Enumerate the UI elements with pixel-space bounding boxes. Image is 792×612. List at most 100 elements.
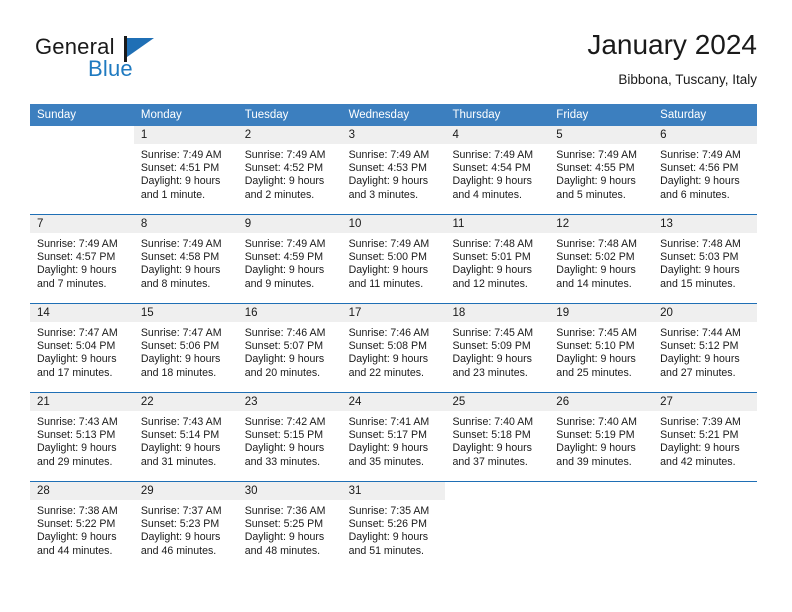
day-cell[interactable]: 7 Sunrise: 7:49 AM Sunset: 4:57 PM Dayli… <box>30 215 134 303</box>
day-cell[interactable] <box>30 126 134 214</box>
day-cell[interactable]: 1 Sunrise: 7:49 AM Sunset: 4:51 PM Dayli… <box>133 126 238 214</box>
day-details: Sunrise: 7:43 AM Sunset: 5:14 PM Dayligh… <box>134 411 238 469</box>
sunrise-text: Sunrise: 7:40 AM <box>452 416 534 428</box>
day-cell[interactable]: 6 Sunrise: 7:49 AM Sunset: 4:56 PM Dayli… <box>653 126 758 214</box>
day-details <box>653 500 757 505</box>
daylight-text-line2: and 15 minutes. <box>660 277 736 290</box>
day-cell[interactable]: 12 Sunrise: 7:48 AM Sunset: 5:02 PM Dayl… <box>549 215 654 303</box>
day-cell[interactable]: 24 Sunrise: 7:41 AM Sunset: 5:17 PM Dayl… <box>341 393 446 481</box>
daylight-text-line1: Daylight: 9 hours <box>452 264 532 277</box>
day-cell[interactable]: 15 Sunrise: 7:47 AM Sunset: 5:06 PM Dayl… <box>133 304 238 392</box>
page-title: January 2024 <box>587 29 757 60</box>
sunrise-text: Sunrise: 7:47 AM <box>140 327 222 339</box>
day-details: Sunrise: 7:35 AM Sunset: 5:26 PM Dayligh… <box>342 500 446 558</box>
daylight-text-line1: Daylight: 9 hours <box>452 442 532 455</box>
daylight-text-line1: Daylight: 9 hours <box>244 442 325 455</box>
day-number: 30 <box>237 482 342 500</box>
daylight-text-line1: Daylight: 9 hours <box>556 442 636 455</box>
sunset-text: Sunset: 4:54 PM <box>452 162 531 175</box>
sunset-text: Sunset: 5:19 PM <box>556 429 635 442</box>
daylight-text-line2: and 1 minute. <box>140 188 206 201</box>
day-cell[interactable]: 25 Sunrise: 7:40 AM Sunset: 5:18 PM Dayl… <box>445 393 550 481</box>
sunset-text: Sunset: 4:53 PM <box>348 162 427 175</box>
weekday-header-tuesday: Tuesday <box>244 109 289 121</box>
day-details: Sunrise: 7:49 AM Sunset: 4:55 PM Dayligh… <box>549 144 653 202</box>
daylight-text-line1: Daylight: 9 hours <box>140 264 221 277</box>
daylight-text-line2: and 9 minutes. <box>244 277 315 290</box>
sunset-text: Sunset: 5:02 PM <box>556 251 635 264</box>
sunrise-text: Sunrise: 7:49 AM <box>140 149 222 161</box>
day-cell[interactable] <box>653 482 758 570</box>
day-cell[interactable]: 9 Sunrise: 7:49 AM Sunset: 4:59 PM Dayli… <box>237 215 342 303</box>
sunrise-text: Sunrise: 7:41 AM <box>348 416 430 428</box>
daylight-text-line2: and 8 minutes. <box>140 277 211 290</box>
day-cell[interactable]: 8 Sunrise: 7:49 AM Sunset: 4:58 PM Dayli… <box>133 215 238 303</box>
sunset-text: Sunset: 5:06 PM <box>140 340 220 353</box>
day-cell[interactable]: 29 Sunrise: 7:37 AM Sunset: 5:23 PM Dayl… <box>133 482 238 570</box>
day-cell[interactable]: 27 Sunrise: 7:39 AM Sunset: 5:21 PM Dayl… <box>653 393 758 481</box>
sunset-text: Sunset: 5:15 PM <box>244 429 324 442</box>
day-cell[interactable]: 30 Sunrise: 7:36 AM Sunset: 5:25 PM Dayl… <box>237 482 342 570</box>
day-details: Sunrise: 7:45 AM Sunset: 5:10 PM Dayligh… <box>549 322 653 380</box>
daylight-text-line2: and 20 minutes. <box>244 366 321 379</box>
day-details: Sunrise: 7:40 AM Sunset: 5:18 PM Dayligh… <box>445 411 549 469</box>
daylight-text-line2: and 25 minutes. <box>556 366 632 379</box>
sunrise-text: Sunrise: 7:48 AM <box>660 238 741 250</box>
weekday-header-sunday: Sunday <box>37 109 77 121</box>
sunset-text: Sunset: 5:00 PM <box>348 251 427 264</box>
day-cell[interactable]: 2 Sunrise: 7:49 AM Sunset: 4:52 PM Dayli… <box>237 126 342 214</box>
day-cell[interactable]: 26 Sunrise: 7:40 AM Sunset: 5:19 PM Dayl… <box>549 393 654 481</box>
day-cell[interactable]: 10 Sunrise: 7:49 AM Sunset: 5:00 PM Dayl… <box>341 215 446 303</box>
day-cell[interactable]: 18 Sunrise: 7:45 AM Sunset: 5:09 PM Dayl… <box>445 304 550 392</box>
day-details <box>445 500 549 505</box>
day-cell[interactable]: 16 Sunrise: 7:46 AM Sunset: 5:07 PM Dayl… <box>237 304 342 392</box>
day-cell[interactable]: 22 Sunrise: 7:43 AM Sunset: 5:14 PM Dayl… <box>133 393 238 481</box>
day-number: 31 <box>341 482 446 500</box>
sunrise-text: Sunrise: 7:49 AM <box>37 238 118 250</box>
sunset-text: Sunset: 5:08 PM <box>348 340 427 353</box>
day-number: 20 <box>653 304 758 322</box>
sunset-text: Sunset: 5:18 PM <box>452 429 531 442</box>
sunset-text: Sunset: 5:10 PM <box>556 340 635 353</box>
day-details: Sunrise: 7:41 AM Sunset: 5:17 PM Dayligh… <box>342 411 446 469</box>
day-cell[interactable]: 23 Sunrise: 7:42 AM Sunset: 5:15 PM Dayl… <box>237 393 342 481</box>
day-details: Sunrise: 7:49 AM Sunset: 4:54 PM Dayligh… <box>445 144 549 202</box>
day-cell[interactable] <box>549 482 654 570</box>
daylight-text-line1: Daylight: 9 hours <box>244 353 325 366</box>
day-number: 9 <box>237 215 342 233</box>
day-number: 13 <box>653 215 758 233</box>
sunset-text: Sunset: 5:04 PM <box>37 340 116 353</box>
day-cell[interactable]: 28 Sunrise: 7:38 AM Sunset: 5:22 PM Dayl… <box>30 482 134 570</box>
day-details: Sunrise: 7:47 AM Sunset: 5:06 PM Dayligh… <box>134 322 238 380</box>
day-cell[interactable]: 5 Sunrise: 7:49 AM Sunset: 4:55 PM Dayli… <box>549 126 654 214</box>
day-cell[interactable]: 17 Sunrise: 7:46 AM Sunset: 5:08 PM Dayl… <box>341 304 446 392</box>
day-cell[interactable] <box>445 482 550 570</box>
day-number: 22 <box>133 393 238 411</box>
sunset-text: Sunset: 5:26 PM <box>348 518 427 531</box>
day-cell[interactable]: 3 Sunrise: 7:49 AM Sunset: 4:53 PM Dayli… <box>341 126 446 214</box>
day-details: Sunrise: 7:39 AM Sunset: 5:21 PM Dayligh… <box>653 411 757 469</box>
daylight-text-line1: Daylight: 9 hours <box>660 175 740 188</box>
daylight-text-line2: and 33 minutes. <box>244 455 321 468</box>
day-number: 2 <box>237 126 342 144</box>
daylight-text-line2: and 44 minutes. <box>37 544 113 557</box>
day-cell[interactable]: 21 Sunrise: 7:43 AM Sunset: 5:13 PM Dayl… <box>30 393 134 481</box>
day-cell[interactable]: 14 Sunrise: 7:47 AM Sunset: 5:04 PM Dayl… <box>30 304 134 392</box>
sunset-text: Sunset: 4:59 PM <box>244 251 324 264</box>
day-cell[interactable]: 11 Sunrise: 7:48 AM Sunset: 5:01 PM Dayl… <box>445 215 550 303</box>
calendar-page: General Blue January 2024 Bibbona, Tusca… <box>0 0 792 612</box>
day-number: 4 <box>445 126 550 144</box>
day-details <box>549 500 653 505</box>
sunrise-text: Sunrise: 7:49 AM <box>556 149 637 161</box>
day-cell[interactable]: 13 Sunrise: 7:48 AM Sunset: 5:03 PM Dayl… <box>653 215 758 303</box>
sunset-text: Sunset: 5:21 PM <box>660 429 739 442</box>
day-cell[interactable]: 19 Sunrise: 7:45 AM Sunset: 5:10 PM Dayl… <box>549 304 654 392</box>
daylight-text-line1: Daylight: 9 hours <box>37 264 117 277</box>
day-cell[interactable]: 4 Sunrise: 7:49 AM Sunset: 4:54 PM Dayli… <box>445 126 550 214</box>
daylight-text-line1: Daylight: 9 hours <box>660 353 740 366</box>
day-details: Sunrise: 7:49 AM Sunset: 4:53 PM Dayligh… <box>342 144 446 202</box>
day-cell[interactable]: 20 Sunrise: 7:44 AM Sunset: 5:12 PM Dayl… <box>653 304 758 392</box>
day-cell[interactable]: 31 Sunrise: 7:35 AM Sunset: 5:26 PM Dayl… <box>341 482 446 570</box>
sunrise-text: Sunrise: 7:45 AM <box>556 327 637 339</box>
sunset-text: Sunset: 4:55 PM <box>556 162 635 175</box>
